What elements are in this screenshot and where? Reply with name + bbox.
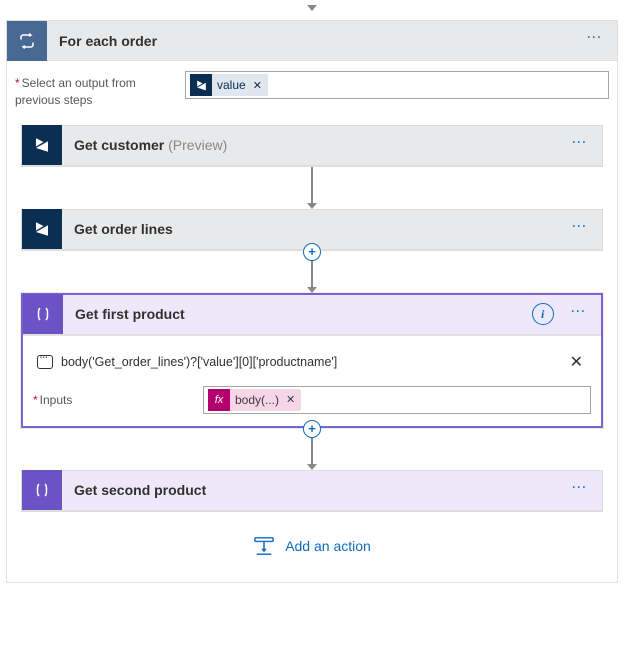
step-menu-button[interactable] xyxy=(564,305,595,324)
required-star: * xyxy=(15,76,20,90)
step-title: Get order lines xyxy=(62,221,565,237)
step-menu-button[interactable] xyxy=(565,481,596,500)
dynamics-icon xyxy=(22,209,62,249)
value-token[interactable]: value ✕ xyxy=(190,74,268,96)
inputs-field[interactable]: fx body(...) ✕ xyxy=(203,386,591,414)
required-star: * xyxy=(33,393,38,407)
expression-text: body('Get_order_lines')?['value'][0]['pr… xyxy=(61,355,558,369)
loop-header[interactable]: For each order xyxy=(7,21,617,61)
for-each-container: For each order *Select an output from pr… xyxy=(6,20,618,583)
expression-icon xyxy=(37,355,53,369)
data-operations-icon xyxy=(23,294,63,334)
loop-menu-button[interactable] xyxy=(580,31,611,50)
step-menu-button[interactable] xyxy=(565,136,596,155)
loop-title: For each order xyxy=(47,33,580,49)
fx-token[interactable]: fx body(...) ✕ xyxy=(208,389,301,411)
add-step-button[interactable]: + xyxy=(303,420,321,438)
step-title: Get first product xyxy=(63,306,532,322)
close-icon[interactable]: ✕ xyxy=(566,352,587,372)
info-button[interactable]: i xyxy=(532,303,554,325)
loop-icon xyxy=(7,21,47,61)
select-output-label: *Select an output from previous steps xyxy=(15,71,175,109)
step-header-get-second-product[interactable]: Get second product xyxy=(22,471,602,511)
step-header-get-customer[interactable]: Get customer (Preview) xyxy=(22,126,602,166)
step-menu-button[interactable] xyxy=(565,220,596,239)
step-get-customer: Get customer (Preview) xyxy=(21,125,603,167)
dynamics-icon xyxy=(190,74,212,96)
add-action-icon xyxy=(253,536,275,556)
add-action-button[interactable]: Add an action xyxy=(15,536,609,556)
select-output-input[interactable]: value ✕ xyxy=(185,71,609,99)
step-get-second-product: Get second product xyxy=(21,470,603,512)
connector: + xyxy=(15,428,609,470)
remove-token-icon[interactable]: ✕ xyxy=(286,393,295,406)
dynamics-icon xyxy=(22,125,62,165)
connector: + xyxy=(15,251,609,293)
step-header-get-first-product[interactable]: Get first product i xyxy=(23,295,601,335)
inputs-label: *Inputs xyxy=(33,393,193,407)
step-title: Get second product xyxy=(62,482,565,498)
step-get-first-product: Get first product i body('Get_order_line… xyxy=(21,293,603,428)
fx-icon: fx xyxy=(208,389,230,411)
remove-token-icon[interactable]: ✕ xyxy=(253,79,262,92)
add-step-button[interactable]: + xyxy=(303,243,321,261)
step-title: Get customer (Preview) xyxy=(62,137,565,153)
data-operations-icon xyxy=(22,470,62,510)
select-output-row: *Select an output from previous steps va… xyxy=(15,71,609,109)
connector xyxy=(15,167,609,209)
